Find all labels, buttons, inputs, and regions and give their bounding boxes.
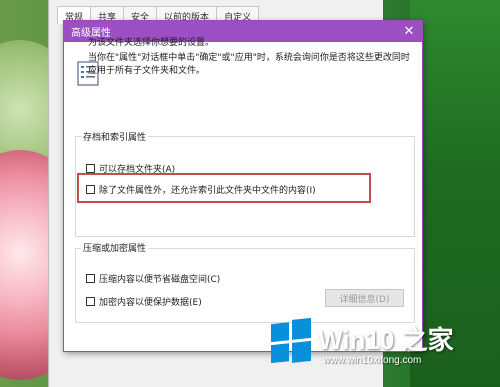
close-icon[interactable]: ✕ [396, 21, 422, 42]
index-label: 除了文件属性外，还允许索引此文件夹中文件的内容(I) [99, 186, 316, 196]
compress-checkbox[interactable] [86, 274, 95, 283]
watermark-brand-home: 之家 [394, 325, 454, 355]
compress-encrypt-group [75, 248, 415, 323]
details-button[interactable]: 详细信息(D) [325, 289, 404, 307]
encrypt-checkbox[interactable] [86, 297, 95, 306]
dialog-intro-heading: 为该文件夹选择你想要的设置。 [88, 38, 215, 48]
archive-index-group-title: 存档和索引属性 [81, 130, 149, 143]
encrypt-label: 加密内容以便保护数据(E) [99, 298, 202, 308]
compress-label: 压缩内容以便节省磁盘空间(C) [99, 275, 221, 285]
watermark-brand-win10: Win10 [318, 325, 395, 355]
compress-option[interactable]: 压缩内容以便节省磁盘空间(C) [86, 272, 220, 285]
index-content-option[interactable]: 除了文件属性外，还允许索引此文件夹中文件的内容(I) [86, 183, 316, 196]
compress-encrypt-group-title: 压缩或加密属性 [81, 241, 149, 254]
watermark-brand: Win10 之家 [318, 320, 454, 357]
dialog-intro-text: 当你在"属性"对话框中单击"确定"或"应用"时，系统会询问你是否将这些更改同时应… [88, 53, 410, 76]
archive-checkbox[interactable] [86, 164, 95, 173]
watermark-url: www.win10xitong.com [323, 355, 422, 366]
encrypt-option[interactable]: 加密内容以便保护数据(E) [86, 295, 202, 308]
windows-logo-icon [271, 317, 311, 364]
index-checkbox[interactable] [86, 185, 95, 194]
